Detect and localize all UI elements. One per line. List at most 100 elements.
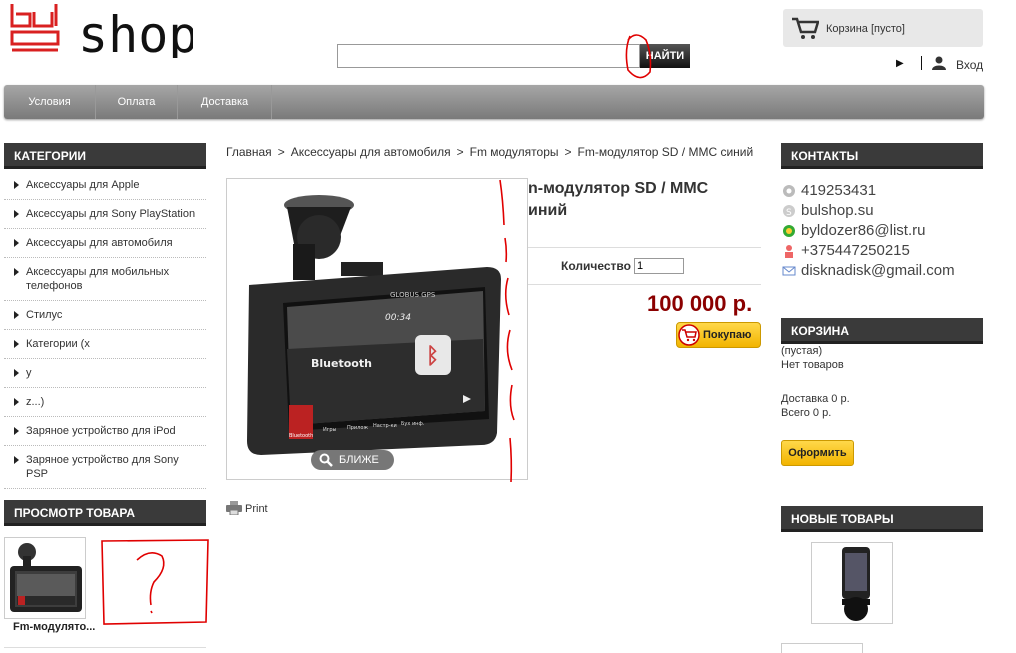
print-link[interactable]: Print <box>245 503 268 515</box>
contact-text: 419253431 <box>801 182 877 199</box>
logo-text: shop <box>78 6 193 58</box>
nav-item-payment[interactable]: Оплата <box>96 85 178 119</box>
product-image[interactable]: GLOBUS GPS 00:34 Bluetooth ᛒ Bluetooth И… <box>226 178 528 480</box>
breadcrumb-car-accessories[interactable]: Аксессуары для автомобиля <box>291 145 451 159</box>
viewed-title: ПРОСМОТР ТОВАРА <box>4 500 206 526</box>
annotation-question-mark <box>136 552 165 606</box>
search-input[interactable] <box>337 44 640 68</box>
category-label: y <box>26 367 32 379</box>
product-title-line: иний <box>528 202 568 219</box>
contacts-block: КОНТАКТЫ 419253431 S bulshop.su byldozer… <box>781 143 983 281</box>
play-arrow-icon[interactable]: ▶ <box>896 58 904 69</box>
product-price: 100 000 р. <box>647 291 753 316</box>
contact-text: +375447250215 <box>801 242 910 259</box>
contact-text: byldozer86@list.ru <box>801 222 926 239</box>
category-label: Аксессуары для автомобиля <box>26 237 173 249</box>
category-label: Категории (x <box>26 338 90 350</box>
cart-delivery: Доставка 0 р. <box>781 393 850 405</box>
cart-summary[interactable]: Корзина [пусто] <box>783 9 983 47</box>
contact-text: bulshop.su <box>801 202 874 219</box>
cart-icon <box>791 16 820 43</box>
bullet-arrow-icon <box>14 268 19 276</box>
cart-block: КОРЗИНА (пустая) Нет товаров Доставка 0 … <box>781 318 983 420</box>
checkout-button[interactable]: Оформить <box>781 440 854 466</box>
product-title: n-модулятор SD / MMC иний <box>528 178 768 222</box>
category-item[interactable]: z...) <box>4 388 206 417</box>
bullet-arrow-icon <box>14 340 19 348</box>
skype-icon: S <box>783 205 795 218</box>
svg-text:Прилож: Прилож <box>347 425 368 431</box>
category-item[interactable]: Заряное устройство для Sony PSP <box>4 446 206 489</box>
category-label: Стилус <box>26 309 63 321</box>
bullet-arrow-icon <box>14 456 19 464</box>
categories-block: КАТЕГОРИИ Аксессуары для Apple Аксессуар… <box>4 143 206 489</box>
email-icon <box>782 266 796 276</box>
category-label: Заряное устройство для Sony PSP <box>26 454 179 480</box>
svg-text:Игры: Игры <box>323 427 337 433</box>
device-time: 00:34 <box>385 313 411 323</box>
category-item[interactable]: Аксессуары для мобильных телефонов <box>4 258 206 301</box>
contact-row: +375447250215 <box>781 241 983 261</box>
category-label: Аксессуары для Apple <box>26 179 140 191</box>
mailru-agent-icon <box>783 225 795 237</box>
breadcrumb-fm-modulators[interactable]: Fm модуляторы <box>470 145 559 159</box>
viewed-product-thumbnail[interactable] <box>4 537 86 619</box>
annotation-box <box>101 539 209 625</box>
device-screen-title: Bluetooth <box>311 357 372 370</box>
divider <box>921 56 922 70</box>
quantity-input[interactable] <box>634 258 684 274</box>
cart-title: КОРЗИНА <box>781 318 983 344</box>
bullet-arrow-icon <box>14 311 19 319</box>
contact-row: disknadisk@gmail.com <box>781 261 983 281</box>
cart-no-items: Нет товаров <box>781 359 844 371</box>
contact-row: 419253431 <box>781 181 983 201</box>
category-label: Заряное устройство для iPod <box>26 425 176 437</box>
svg-text:Bluetooth: Bluetooth <box>289 433 313 439</box>
bullet-arrow-icon <box>14 398 19 406</box>
icq-icon <box>783 185 795 197</box>
bullet-arrow-icon <box>14 369 19 377</box>
category-item[interactable]: Категории (x <box>4 330 206 359</box>
login-link[interactable]: Вход <box>956 58 983 72</box>
svg-text:Настр-ки: Настр-ки <box>373 423 397 429</box>
divider <box>4 647 206 648</box>
nav-item-delivery[interactable]: Доставка <box>178 85 272 119</box>
svg-text:Бух инф.: Бух инф. <box>401 421 425 427</box>
category-label: Аксессуары для мобильных телефонов <box>26 266 170 292</box>
nav-item-terms[interactable]: Условия <box>4 85 96 119</box>
divider <box>528 284 761 285</box>
cart-empty: (пустая) <box>781 345 823 357</box>
category-item[interactable]: Аксессуары для Sony PlayStation <box>4 200 206 229</box>
site-logo[interactable]: shop <box>8 2 193 58</box>
svg-text:ᛒ: ᛒ <box>426 344 439 369</box>
device-brand: GLOBUS GPS <box>390 291 436 299</box>
category-item[interactable]: Аксессуары для Apple <box>4 171 206 200</box>
new-products-block: НОВЫЕ ТОВАРЫ <box>781 506 983 532</box>
new-product-thumbnail[interactable] <box>781 643 863 653</box>
category-item[interactable]: Аксессуары для автомобиля <box>4 229 206 258</box>
viewed-product-name[interactable]: Fm-модулято... <box>13 621 95 633</box>
categories-title: КАТЕГОРИИ <box>4 143 206 169</box>
cart-icon <box>678 324 700 349</box>
main-nav: Условия Оплата Доставка <box>4 85 984 119</box>
search-button[interactable]: НАЙТИ <box>640 44 690 68</box>
category-item[interactable]: y <box>4 359 206 388</box>
bullet-arrow-icon <box>14 239 19 247</box>
new-product-thumbnail[interactable] <box>811 542 893 624</box>
category-label: Аксессуары для Sony PlayStation <box>26 208 196 220</box>
cart-total: Всего 0 р. <box>781 407 832 419</box>
category-item[interactable]: Заряное устройство для iPod <box>4 417 206 446</box>
new-products-title: НОВЫЕ ТОВАРЫ <box>781 506 983 532</box>
contacts-title: КОНТАКТЫ <box>781 143 983 169</box>
user-icon <box>931 56 947 73</box>
breadcrumb-current: Fm-модулятор SD / MMC синий <box>577 145 754 159</box>
magnifier-icon <box>318 452 334 471</box>
category-item[interactable]: Стилус <box>4 301 206 330</box>
breadcrumb-home[interactable]: Главная <box>226 145 272 159</box>
bullet-arrow-icon <box>14 181 19 189</box>
divider <box>528 247 761 248</box>
printer-icon[interactable] <box>226 501 242 518</box>
viewed-block: ПРОСМОТР ТОВАРА <box>4 500 206 526</box>
bullet-arrow-icon <box>14 210 19 218</box>
phone-person-icon <box>785 245 793 258</box>
